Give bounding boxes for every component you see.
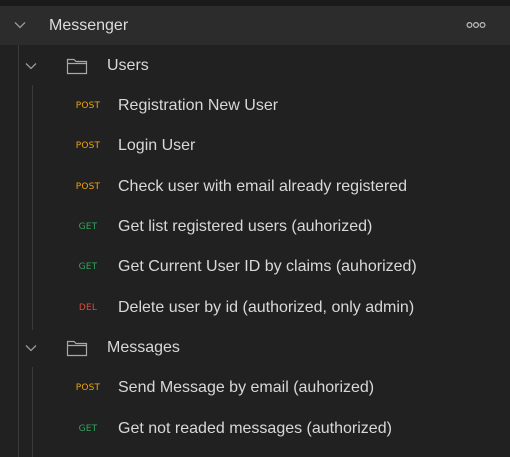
method-badge: POST: [75, 182, 101, 192]
request-row[interactable]: GET Get not readed messages (authorized): [0, 409, 510, 449]
request-name: Get list registered users (auhorized): [118, 218, 373, 235]
method-badge: POST: [75, 383, 101, 393]
more-horizontal-icon[interactable]: [466, 20, 486, 30]
request-row[interactable]: POST Login User: [0, 126, 510, 166]
request-row[interactable]: POST Check user with email already regis…: [0, 167, 510, 207]
method-badge: POST: [75, 141, 101, 151]
request-row[interactable]: POST Registration New User: [0, 86, 510, 126]
request-name: Get not readed messages (authorized): [118, 420, 392, 437]
request-name: Login User: [118, 137, 196, 154]
folder-icon: [66, 57, 88, 75]
request-name: Delete user by id (authorized, only admi…: [118, 299, 415, 316]
request-name: Send Message by email (auhorized): [118, 379, 375, 396]
folder-title: Messages: [107, 339, 180, 356]
collection-title: Messenger: [49, 17, 129, 34]
method-badge: POST: [75, 101, 101, 111]
method-badge: GET: [78, 262, 98, 272]
request-name: Get Current User ID by claims (auhorized…: [118, 258, 417, 275]
request-row[interactable]: GET Get Current User ID by claims (auhor…: [0, 247, 510, 287]
request-name: Check user with email already registered: [118, 178, 408, 195]
collection-row-messenger[interactable]: Messenger: [0, 6, 510, 45]
chevron-down-icon[interactable]: [24, 59, 38, 73]
request-row[interactable]: POST Send Message by email (auhorized): [0, 368, 510, 408]
folder-title: Users: [107, 57, 149, 74]
folder-row-messages[interactable]: Messages: [0, 328, 510, 368]
method-badge: DEL: [78, 303, 98, 313]
folder-icon: [66, 339, 88, 357]
method-badge: GET: [78, 424, 98, 434]
request-name: Registration New User: [118, 97, 279, 114]
folder-row-users[interactable]: Users: [0, 46, 510, 86]
chevron-down-icon[interactable]: [24, 341, 38, 355]
request-row[interactable]: DEL Delete user by id (authorized, only …: [0, 288, 510, 328]
chevron-down-icon[interactable]: [13, 18, 27, 32]
method-badge: GET: [78, 222, 98, 232]
request-row[interactable]: GET Get list registered users (auhorized…: [0, 207, 510, 247]
